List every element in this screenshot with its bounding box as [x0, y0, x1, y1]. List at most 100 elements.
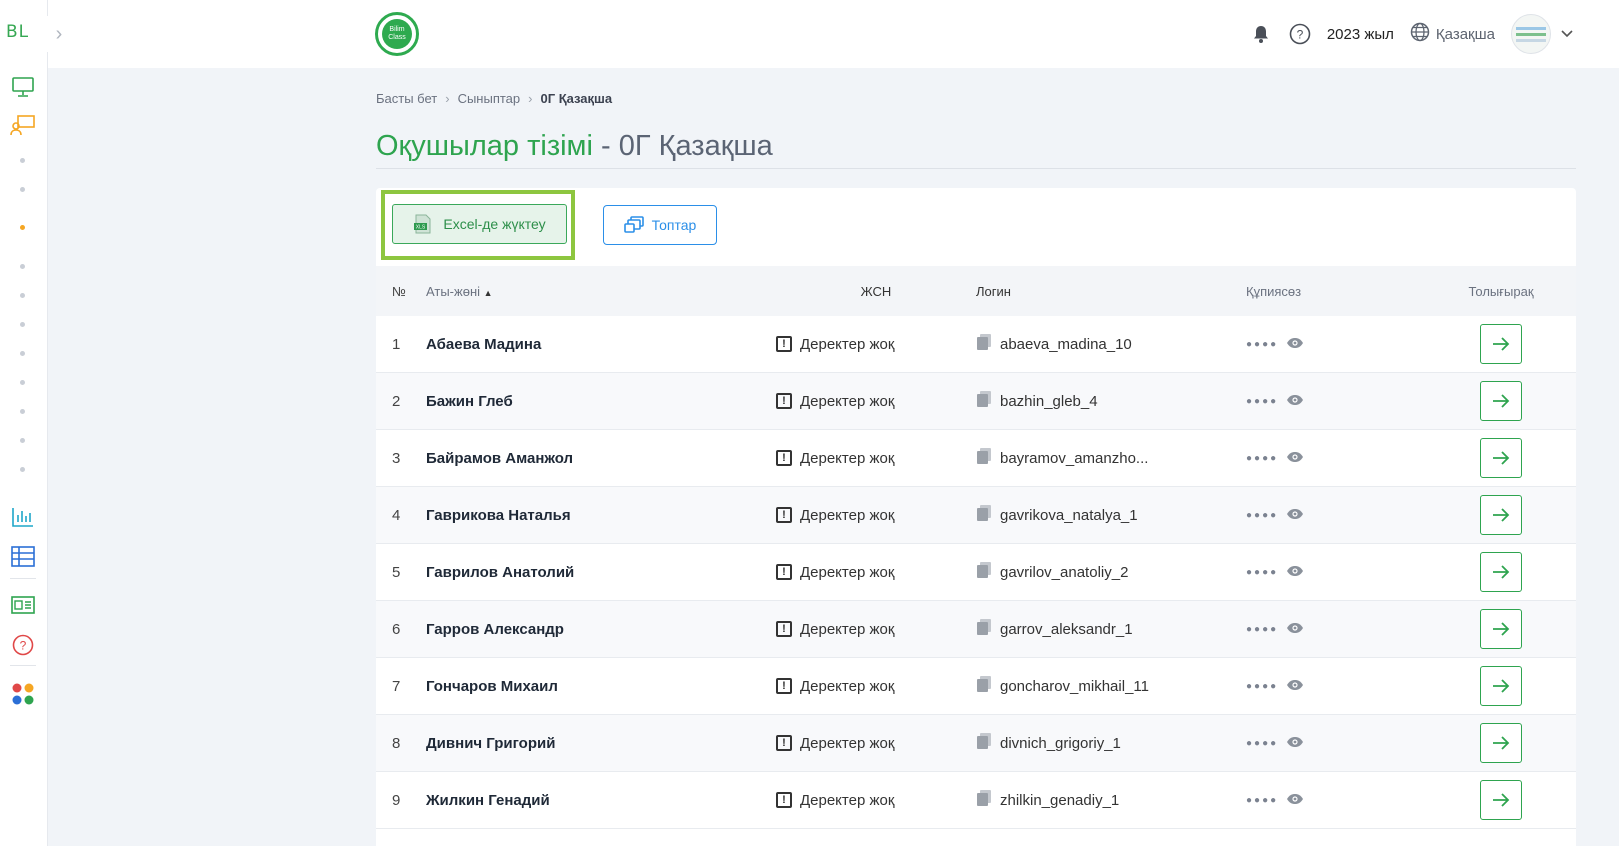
copy-icon[interactable] [976, 675, 992, 697]
nav-dot[interactable] [20, 351, 25, 356]
eye-icon[interactable] [1286, 393, 1304, 410]
page-title-sep: - [592, 130, 619, 162]
alert-icon: ! [776, 393, 792, 409]
nav-dot[interactable] [20, 293, 25, 298]
year-selector[interactable]: 2023 жыл [1327, 26, 1394, 43]
chevron-down-icon[interactable] [1561, 30, 1573, 38]
brand-logo[interactable]: BL [6, 22, 29, 42]
header-number: № [392, 283, 406, 299]
table-row: 9 Жилкин Генадий ! Деректер жоқ zhilkin_… [376, 772, 1576, 829]
nav-dot[interactable] [20, 322, 25, 327]
jsn-value: Деректер жоқ [800, 620, 895, 638]
jsn-value: Деректер жоқ [800, 791, 895, 809]
nav-dot[interactable] [20, 264, 25, 269]
nav-dot[interactable] [20, 380, 25, 385]
eye-icon[interactable] [1286, 450, 1304, 467]
password-mask: ●●●● [1246, 794, 1279, 806]
open-student-button[interactable] [1480, 609, 1522, 649]
login-value: gavrilov_anatoliy_2 [1000, 563, 1129, 581]
breadcrumb-home[interactable]: Басты бет [376, 91, 437, 106]
open-student-button[interactable] [1480, 381, 1522, 421]
more-cell [1426, 723, 1576, 763]
chevron-right-icon: › [445, 91, 450, 106]
avatar[interactable] [1511, 14, 1551, 54]
password-cell: ●●●● [1246, 393, 1426, 410]
help-icon[interactable]: ? [10, 632, 36, 658]
open-student-button[interactable] [1480, 495, 1522, 535]
copy-icon[interactable] [976, 618, 992, 640]
groups-label: Топтар [651, 217, 697, 233]
groups-button[interactable]: Топтар [603, 205, 717, 245]
apps-icon[interactable] [10, 681, 36, 707]
svg-text:?: ? [20, 639, 27, 653]
id-card-icon[interactable] [10, 592, 36, 618]
sidebar: BL ? [0, 0, 48, 846]
nav-dot-active[interactable] [20, 225, 25, 230]
header-name[interactable]: Аты-жөні ▲ [426, 284, 776, 299]
bilimclass-logo[interactable]: Bilim Class [375, 12, 419, 56]
header-name-label: Аты-жөні [426, 283, 481, 299]
row-number: 9 [392, 791, 401, 809]
globe-icon [1410, 22, 1430, 47]
breadcrumb-classes[interactable]: Сыныптар [458, 91, 521, 106]
copy-icon[interactable] [976, 732, 992, 754]
eye-icon[interactable] [1286, 792, 1304, 809]
classroom-icon[interactable] [10, 112, 36, 138]
open-student-button[interactable] [1480, 438, 1522, 478]
bell-icon[interactable] [1251, 24, 1271, 44]
help-circle-icon[interactable]: ? [1289, 23, 1311, 45]
breadcrumb: Басты бет › Сыныптар › 0Г Қазақша [376, 91, 612, 106]
eye-icon[interactable] [1286, 678, 1304, 695]
excel-download-button[interactable]: XLS Excel-де жүктеу [392, 204, 567, 244]
header-password: Құпиясөз [1246, 283, 1302, 299]
copy-icon[interactable] [976, 447, 992, 469]
nav-dot[interactable] [20, 467, 25, 472]
open-student-button[interactable] [1480, 666, 1522, 706]
password-mask: ●●●● [1246, 338, 1279, 350]
jsn-value: Деректер жоқ [800, 392, 895, 410]
login-cell: gavrilov_anatoliy_2 [976, 561, 1246, 583]
row-number: 1 [392, 335, 401, 353]
nav-dot[interactable] [20, 438, 25, 443]
eye-icon[interactable] [1286, 336, 1304, 353]
jsn-cell: ! Деректер жоқ [776, 621, 976, 638]
login-cell: bayramov_amanzho... [976, 447, 1246, 469]
copy-icon[interactable] [976, 504, 992, 526]
header-jsn: ЖСН [860, 283, 892, 299]
open-student-button[interactable] [1480, 723, 1522, 763]
eye-icon[interactable] [1286, 621, 1304, 638]
login-value: abaeva_madina_10 [1000, 335, 1132, 353]
arrow-right-icon [1493, 451, 1510, 465]
eye-icon[interactable] [1286, 507, 1304, 524]
copy-icon[interactable] [976, 789, 992, 811]
table-icon[interactable] [10, 544, 36, 570]
password-mask: ●●●● [1246, 623, 1279, 635]
table-row: 3 Байрамов Аманжол ! Деректер жоқ bayram… [376, 430, 1576, 487]
password-cell: ●●●● [1246, 336, 1426, 353]
language-selector[interactable]: Қазақша [1410, 22, 1495, 47]
nav-dot[interactable] [20, 158, 25, 163]
chart-icon[interactable] [10, 504, 36, 530]
monitor-icon[interactable] [10, 74, 36, 100]
student-name: Гаврилов Анатолий [426, 563, 575, 581]
more-cell [1426, 438, 1576, 478]
page-title-class: 0Г Қазақша [618, 130, 773, 162]
divider [10, 665, 36, 666]
open-student-button[interactable] [1480, 780, 1522, 820]
eye-icon[interactable] [1286, 564, 1304, 581]
password-mask: ●●●● [1246, 395, 1279, 407]
copy-icon[interactable] [976, 561, 992, 583]
copy-icon[interactable] [976, 333, 992, 355]
sort-up-icon[interactable]: ▲ [484, 288, 493, 298]
nav-dot[interactable] [20, 409, 25, 414]
jsn-cell: ! Деректер жоқ [776, 735, 976, 752]
more-cell [1426, 324, 1576, 364]
copy-icon[interactable] [976, 390, 992, 412]
open-student-button[interactable] [1480, 552, 1522, 592]
password-cell: ●●●● [1246, 735, 1426, 752]
jsn-value: Деректер жоқ [800, 335, 895, 353]
open-student-button[interactable] [1480, 324, 1522, 364]
eye-icon[interactable] [1286, 735, 1304, 752]
nav-dot[interactable] [20, 187, 25, 192]
login-cell: gavrikova_natalya_1 [976, 504, 1246, 526]
